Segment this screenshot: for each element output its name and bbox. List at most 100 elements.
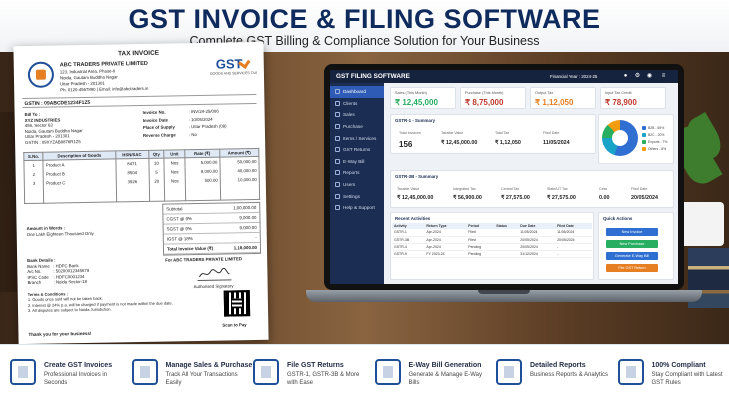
file-return-icon bbox=[253, 359, 279, 385]
nav-sales[interactable]: Sales bbox=[330, 109, 384, 121]
summary-label: Cess bbox=[599, 187, 608, 191]
summary-label: Total Tax bbox=[495, 131, 510, 135]
generate-eway-bill-button[interactable]: Generate E-Way Bill bbox=[606, 252, 658, 260]
table-cell: GSTR-1 bbox=[392, 229, 425, 237]
total-label: IGST @ 18% bbox=[166, 236, 193, 242]
table-cell: 2 bbox=[24, 169, 44, 179]
feature-title: Manage Sales & Purchase bbox=[165, 362, 253, 369]
legend-item: Others - 8% bbox=[642, 147, 666, 151]
nav-gst-returns[interactable]: GST Returns bbox=[330, 144, 384, 156]
nav-items-services[interactable]: Items / Services bbox=[330, 132, 384, 144]
invoice-icon bbox=[10, 359, 36, 385]
feature-description: Generate & Manage E-Way Bills bbox=[408, 372, 482, 386]
kpi-label: Output Tax bbox=[535, 91, 554, 95]
nav-dashboard[interactable]: Dashboard bbox=[330, 86, 384, 98]
feature-item: Create GST Invoices Professional Invoice… bbox=[0, 345, 122, 400]
file-gst-return-button[interactable]: File GST Return bbox=[606, 264, 658, 272]
words-value: One Lakh Eighteen Thousand Only bbox=[26, 230, 94, 238]
kpi-value: ₹ 12,45,000 bbox=[395, 98, 438, 107]
kpi-value: ₹ 8,75,000 bbox=[465, 98, 504, 107]
summary-label: Filed Date bbox=[543, 131, 560, 135]
table-cell: 11/05/2024 bbox=[555, 229, 592, 237]
summary-label: Total Invoices bbox=[399, 131, 421, 135]
summary-value: ₹ 27,575.00 bbox=[501, 195, 530, 201]
financial-year-select[interactable]: Financial Year : 2024-25 bbox=[550, 74, 597, 79]
truck-icon bbox=[374, 359, 401, 385]
table-cell: GSTR-3B bbox=[392, 236, 425, 244]
table-cell: Apr-2024 bbox=[424, 229, 467, 237]
bill-to-line: GSTIN : 09XYZAB9876R1Z5 bbox=[25, 139, 81, 145]
legend-swatch bbox=[642, 147, 646, 151]
new-purchase-button[interactable]: New Purchase bbox=[606, 240, 658, 248]
summary-label: Taxable Value bbox=[441, 131, 464, 135]
total-label: CGST @ 9% bbox=[166, 216, 192, 222]
qr-code-icon bbox=[223, 290, 251, 317]
table-row[interactable]: GSTR-3B Apr-2024 Filed 20/05/2024 20/05/… bbox=[392, 236, 592, 244]
nav-eway-bill[interactable]: E-Way Bill bbox=[330, 156, 384, 168]
user-avatar-icon[interactable]: ◉ bbox=[646, 73, 653, 80]
table-row[interactable]: GSTR-1 Apr-2024 Filed 11/05/2024 11/05/2… bbox=[392, 229, 592, 237]
users-icon bbox=[335, 182, 340, 188]
menu-icon[interactable]: ≡ bbox=[660, 73, 667, 80]
bank-key: Branch bbox=[27, 279, 42, 285]
table-cell: Apr-2024 bbox=[424, 236, 467, 244]
bank-value: : Noida Sector-18 bbox=[53, 278, 88, 285]
returns-icon bbox=[335, 147, 340, 153]
table-cell: 10 bbox=[148, 158, 165, 168]
reports-icon bbox=[335, 170, 340, 176]
card-title: Recent Activities bbox=[395, 216, 431, 221]
table-row[interactable]: GSTR-9 FY 2023-24 Pending 31/12/2024 - bbox=[392, 250, 592, 258]
kpi-purchase: Purchase (This Month) ₹ 8,75,000 bbox=[460, 87, 526, 109]
invoice-meta: Invoice No.: INV/24-25/006 Invoice Date:… bbox=[143, 108, 258, 140]
gst-logo: GST GOODS AND SERVICES TAX bbox=[209, 56, 258, 79]
feature-item: Detailed Reports Business Reports & Anal… bbox=[486, 345, 608, 400]
feature-item: File GST Returns GSTR-1, GSTR-3B & More … bbox=[243, 345, 365, 400]
page-title: GST INVOICE & FILING SOFTWARE bbox=[128, 4, 601, 34]
nav-label: Help & Support bbox=[343, 205, 375, 211]
table-cell: 20/05/2024 bbox=[555, 236, 592, 244]
table-cell: 1 bbox=[23, 160, 44, 170]
summary-value: 156 bbox=[399, 140, 413, 149]
nav-purchase[interactable]: Purchase bbox=[330, 121, 384, 133]
summary-value: ₹ 1,12,050 bbox=[495, 140, 521, 146]
kpi-input-tax-credit: Input Tax Credit ₹ 78,900 bbox=[600, 87, 666, 109]
feature-description: Stay Compliant with Latest GST Rules bbox=[651, 372, 723, 386]
nav-label: Reports bbox=[343, 170, 360, 176]
bank-details: Bank Details : Bank Name: HDFC Bank A/c … bbox=[27, 256, 147, 286]
kpi-sales: Sales (This Month) ₹ 12,45,000 bbox=[390, 87, 456, 109]
laptop-screen: GST FILING SOFTWARE Financial Year : 202… bbox=[330, 70, 678, 284]
new-invoice-button[interactable]: New Invoice bbox=[606, 228, 658, 236]
settings-icon[interactable]: ⚙ bbox=[634, 73, 641, 80]
nav-reports[interactable]: Reports bbox=[330, 167, 384, 179]
kpi-output-tax: Output Tax ₹ 1,12,050 bbox=[530, 87, 596, 109]
table-cell: - bbox=[555, 243, 592, 251]
summary-label: Integrated Tax bbox=[453, 187, 476, 191]
company-address: 123, Industrial Area, Phase-II Noida, Ga… bbox=[60, 67, 180, 93]
summary-value: 0.00 bbox=[599, 195, 610, 201]
gst-logo-subtext: GOODS AND SERVICES TAX bbox=[209, 70, 258, 76]
nav-clients[interactable]: Clients bbox=[330, 98, 384, 110]
amount-in-words: Amount in Words : One Lakh Eighteen Thou… bbox=[27, 224, 147, 238]
bell-icon[interactable]: ● bbox=[622, 73, 629, 80]
total-value: 9,000.00 bbox=[239, 224, 257, 231]
table-cell: 20/05/2024 bbox=[518, 243, 556, 251]
nav-label: GST Returns bbox=[343, 147, 371, 153]
nav-help-support[interactable]: Help & Support bbox=[330, 202, 384, 214]
truck-icon bbox=[335, 158, 340, 164]
seller-gstin: GSTIN : 09ABCDE1234F1Z5 bbox=[22, 93, 257, 109]
status-badge: Pending bbox=[466, 250, 495, 258]
table-row[interactable]: GSTR-4 Apr-2024 Pending 20/05/2024 - bbox=[392, 243, 592, 251]
for-company: For ABC TRADERS PRIVATE LIMITED bbox=[165, 256, 243, 263]
nav-settings[interactable]: Settings bbox=[330, 190, 384, 202]
summary-value: ₹ 12,45,000.00 bbox=[441, 140, 478, 146]
dashboard-icon bbox=[335, 89, 340, 95]
table-cell: Apr-2024 bbox=[424, 243, 467, 251]
summary-value: 20/05/2024 bbox=[631, 195, 658, 201]
address-line: Ph: 0120-4567890 | Email: info@abctrader… bbox=[60, 85, 149, 93]
legend-swatch bbox=[642, 140, 646, 144]
gstr1-summary-card: GSTR-1 - Summary Total Invoices 156 Taxa… bbox=[390, 114, 596, 154]
table-cell: GSTR-4 bbox=[392, 243, 425, 251]
total-value: 1,18,000.00 bbox=[233, 244, 258, 251]
nav-users[interactable]: Users bbox=[330, 179, 384, 191]
total-label: Total Invoice Value (₹) bbox=[166, 245, 214, 252]
